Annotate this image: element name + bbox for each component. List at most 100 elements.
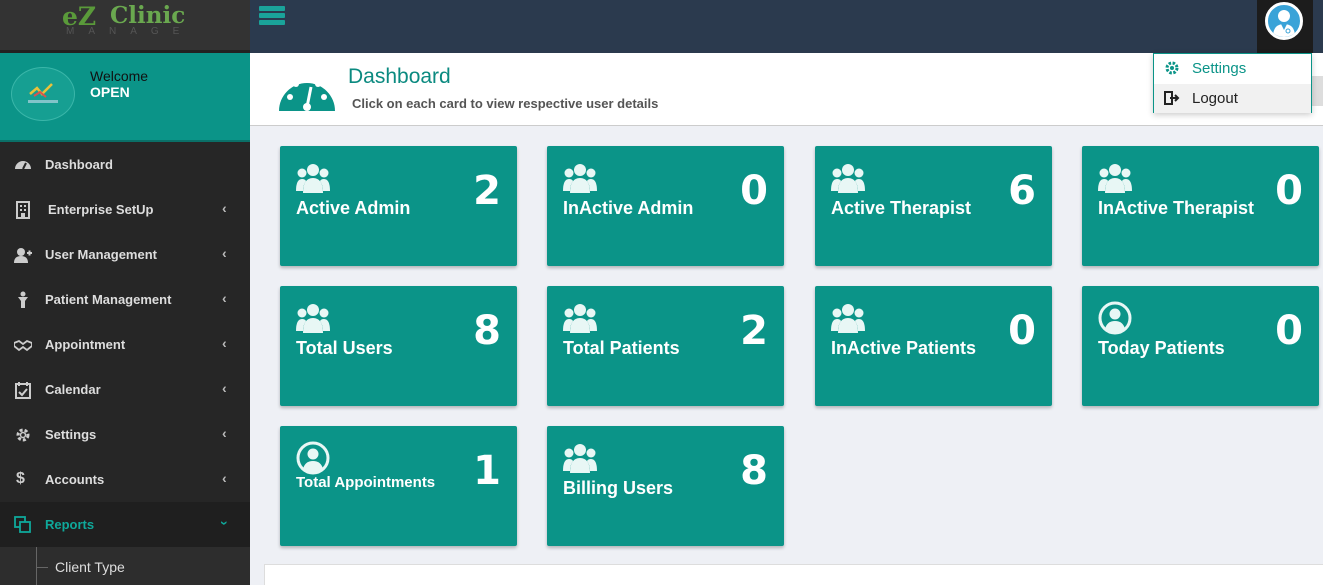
- building-icon: [16, 201, 30, 219]
- users-icon: [1098, 164, 1132, 193]
- sidebar-item-label: Reports: [45, 517, 95, 532]
- org-logo: [11, 67, 75, 121]
- card-total-users[interactable]: Total Users 8: [280, 286, 517, 406]
- dashboard-gauge-icon: [279, 76, 335, 111]
- card-label: Total Users: [296, 338, 393, 358]
- card-count: 0: [1275, 308, 1303, 354]
- card-active-admin[interactable]: Active Admin 2: [280, 146, 517, 266]
- sidebar-item-label: Calendar: [45, 382, 101, 397]
- card-total-appointments[interactable]: Total Appointments 1: [280, 426, 517, 546]
- chevron-left-icon: ‹: [222, 425, 227, 441]
- logo-manage-text: MANAGE: [66, 26, 194, 37]
- menu-item-label: Settings: [1192, 60, 1247, 77]
- card-label: Active Admin: [296, 198, 411, 218]
- sidebar-item-enterprise-setup[interactable]: Enterprise SetUp ‹: [0, 187, 250, 232]
- card-count: 0: [1008, 308, 1036, 354]
- users-icon: [563, 304, 597, 333]
- user-profile-button[interactable]: [1257, 0, 1313, 53]
- card-count: 1: [473, 448, 501, 494]
- sidebar-item-label: User Management: [45, 247, 157, 262]
- chevron-left-icon: ‹: [222, 200, 227, 216]
- sidebar-item-dashboard[interactable]: Dashboard: [0, 142, 250, 187]
- card-count: 2: [740, 308, 768, 354]
- sidebar-item-calendar[interactable]: Calendar ‹: [0, 367, 250, 412]
- dashboard-icon: [15, 161, 31, 170]
- card-count: 6: [1008, 168, 1036, 214]
- calendar-check-icon: [15, 382, 31, 399]
- card-billing-users[interactable]: Billing Users 8: [547, 426, 784, 546]
- chevron-down-icon: ‹: [214, 520, 231, 526]
- card-total-patients[interactable]: Total Patients 2: [547, 286, 784, 406]
- sidebar-item-label: Patient Management: [45, 292, 172, 307]
- card-today-patients[interactable]: Today Patients 0: [1082, 286, 1319, 406]
- welcome-panel: Welcome OPEN: [0, 53, 250, 142]
- page-subtitle: Click on each card to view respective us…: [352, 96, 659, 111]
- sign-out-icon: [1164, 91, 1180, 105]
- header-action-button[interactable]: [1312, 76, 1323, 106]
- sidebar-item-label: Appointment: [45, 337, 126, 352]
- chevron-left-icon: ‹: [222, 290, 227, 306]
- card-label: Active Therapist: [831, 198, 972, 218]
- card-label: Total Patients: [563, 338, 680, 358]
- card-count: 2: [473, 168, 501, 214]
- sidebar-item-user-management[interactable]: User Management ‹: [0, 232, 250, 277]
- welcome-username: OPEN: [90, 84, 130, 100]
- card-label: Billing Users: [563, 478, 674, 498]
- top-bar: eZ Clinic MANAGE: [0, 0, 1323, 53]
- sidebar-item-label: Settings: [45, 427, 97, 442]
- doctor-avatar-icon[interactable]: [1265, 2, 1303, 40]
- card-label: Today Patients: [1098, 338, 1225, 358]
- cog-icon: [16, 428, 30, 442]
- welcome-label: Welcome: [90, 68, 149, 84]
- logo-clinic-text: Clinic: [110, 2, 186, 29]
- menu-item-label: Logout: [1192, 90, 1238, 107]
- card-inactive-patients[interactable]: InActive Patients 0: [815, 286, 1052, 406]
- user-circle-icon: [1098, 301, 1132, 335]
- menu-item-settings[interactable]: Settings: [1154, 54, 1311, 83]
- card-count: 8: [740, 448, 768, 494]
- sidebar-item-settings[interactable]: Settings ‹: [0, 412, 250, 457]
- card-inactive-admin[interactable]: InActive Admin 0: [547, 146, 784, 266]
- sidebar-item-patient-management[interactable]: Patient Management ‹: [0, 277, 250, 322]
- page-title: Dashboard: [348, 65, 451, 88]
- users-icon: [296, 304, 330, 333]
- card-label: Total Appointments: [296, 474, 436, 491]
- dollar-icon: $: [16, 470, 25, 487]
- card-active-therapist[interactable]: Active Therapist 6: [815, 146, 1052, 266]
- menu-item-logout[interactable]: Logout: [1154, 84, 1311, 113]
- card-label: InActive Therapist: [1098, 198, 1255, 218]
- card-count: 0: [1275, 168, 1303, 214]
- users-icon: [831, 164, 865, 193]
- patient-icon: [18, 291, 28, 308]
- sidebar: Welcome OPEN Dashboard Enterprise SetUp …: [0, 53, 250, 585]
- copy-icon: [14, 516, 31, 533]
- menu-toggle-icon[interactable]: [259, 6, 285, 26]
- sidebar-item-accounts[interactable]: $ Accounts ‹: [0, 457, 250, 502]
- user-dropdown-menu: Settings Logout: [1153, 53, 1312, 113]
- users-icon: [563, 164, 597, 193]
- sidebar-subitem-label: Client Type: [55, 559, 125, 575]
- chevron-left-icon: ‹: [222, 245, 227, 261]
- sidebar-item-label: Dashboard: [45, 157, 113, 172]
- chevron-left-icon: ‹: [222, 335, 227, 351]
- card-inactive-therapist[interactable]: InActive Therapist 0: [1082, 146, 1319, 266]
- sidebar-item-appointment[interactable]: Appointment ‹: [0, 322, 250, 367]
- users-icon: [296, 164, 330, 193]
- user-plus-icon: [14, 248, 32, 263]
- sidebar-item-label: Accounts: [45, 472, 105, 487]
- users-icon: [563, 444, 597, 473]
- bottom-panel: [264, 564, 1323, 585]
- sidebar-item-label: Enterprise SetUp: [48, 202, 154, 217]
- card-count: 0: [740, 168, 768, 214]
- cog-icon: [1165, 61, 1179, 75]
- sidebar-item-reports[interactable]: Reports ‹: [0, 502, 250, 547]
- sidebar-subitem-client-type[interactable]: Client Type: [0, 547, 250, 585]
- chevron-left-icon: ‹: [222, 380, 227, 396]
- card-label: InActive Patients: [831, 338, 977, 358]
- logo[interactable]: eZ Clinic MANAGE: [0, 0, 250, 53]
- card-count: 8: [473, 308, 501, 354]
- user-circle-icon: [296, 441, 330, 475]
- users-icon: [831, 304, 865, 333]
- card-label: InActive Admin: [563, 198, 694, 218]
- handshake-icon: [14, 339, 32, 352]
